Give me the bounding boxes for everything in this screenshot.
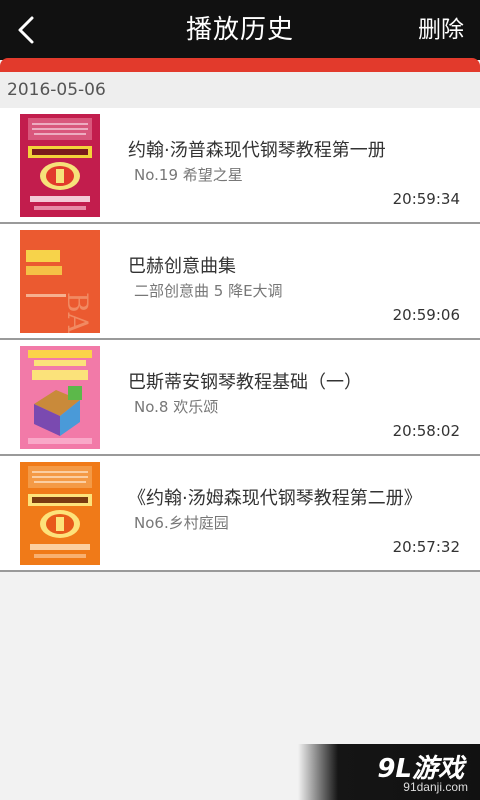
top-bar: 播放历史 删除 [0,0,480,60]
history-item[interactable]: BACH 巴赫创意曲集 二部创意曲 5 降E大调 20:59:06 [0,224,480,340]
item-time: 20:59:06 [392,306,460,324]
date-group-header: 2016-05-06 [0,72,480,108]
item-title: 《约翰·汤姆森现代钢琴教程第二册》 [128,488,422,509]
history-item[interactable]: 《约翰·汤姆森现代钢琴教程第二册》 No6.乡村庭园 20:57:32 [0,456,480,572]
item-time: 20:57:32 [392,538,460,556]
delete-button[interactable]: 删除 [418,0,464,60]
item-time: 20:59:34 [392,190,460,208]
history-item[interactable]: 约翰·汤普森现代钢琴教程第一册 No.19 希望之星 20:59:34 [0,108,480,224]
accent-bar [0,58,480,72]
history-item[interactable]: 巴斯蒂安钢琴教程基础（一） No.8 欢乐颂 20:58:02 [0,340,480,456]
item-subtitle: No.8 欢乐颂 [134,398,219,416]
watermark-url: 91danji.com [403,780,468,794]
history-list: 约翰·汤普森现代钢琴教程第一册 No.19 希望之星 20:59:34 BACH… [0,108,480,572]
item-title: 巴斯蒂安钢琴教程基础（一） [128,372,362,393]
page-title: 播放历史 [185,15,294,45]
item-time: 20:58:02 [392,422,460,440]
date-label: 2016-05-06 [7,80,106,100]
item-subtitle: No6.乡村庭园 [134,514,229,532]
book-cover-image [20,462,100,565]
site-watermark: 9L游戏 91danji.com [298,744,480,800]
item-subtitle: No.19 希望之星 [134,166,243,184]
item-title: 约翰·汤普森现代钢琴教程第一册 [128,140,386,161]
book-cover-image [20,346,100,449]
item-title: 巴赫创意曲集 [128,256,236,277]
book-cover-image: BACH [20,230,100,333]
item-subtitle: 二部创意曲 5 降E大调 [134,282,283,300]
svg-text:BACH: BACH [61,292,94,333]
book-cover-image [20,114,100,217]
